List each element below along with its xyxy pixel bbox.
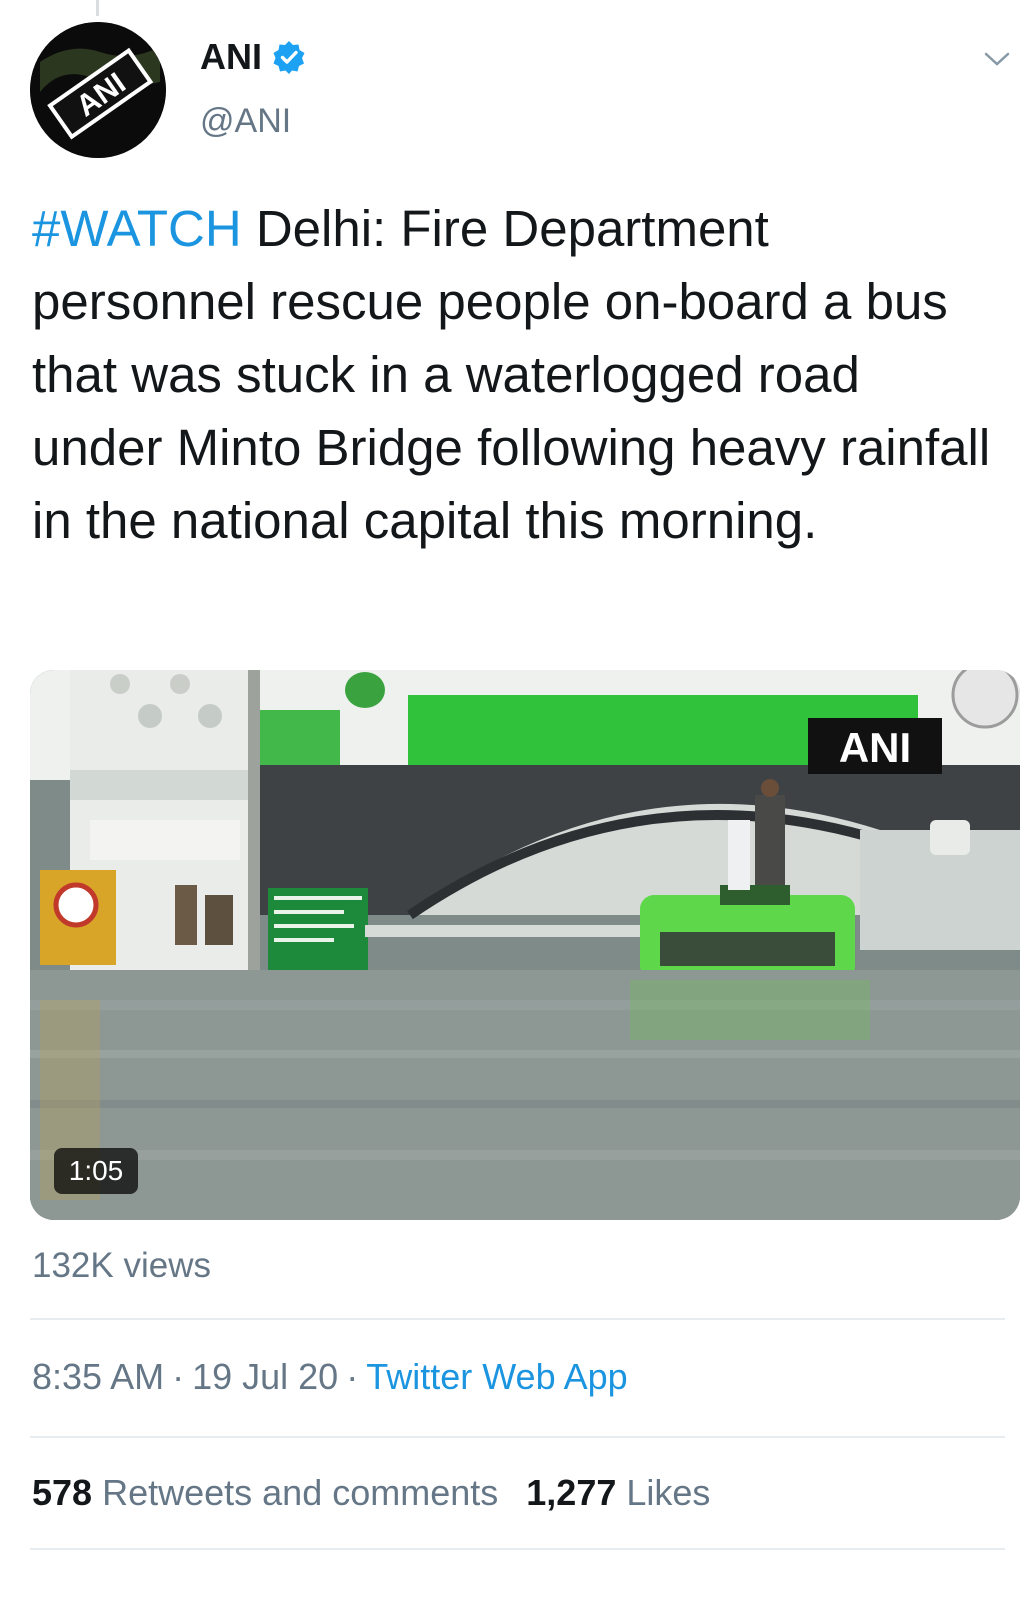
divider <box>30 1318 1005 1320</box>
author-name-row[interactable]: ANI <box>200 36 306 78</box>
likes-label: Likes <box>626 1472 711 1513</box>
ani-logo-icon: ANI <box>30 22 166 158</box>
thread-connector-line <box>96 0 99 16</box>
tweet-date[interactable]: 19 Jul 20 <box>192 1356 338 1397</box>
avatar[interactable]: ANI <box>30 22 166 158</box>
tweet-text: #WATCH Delhi: Fire Department personnel … <box>32 192 992 557</box>
divider <box>30 1436 1005 1438</box>
retweets-stat[interactable]: 578 Retweets and comments <box>32 1472 498 1513</box>
verified-badge-icon <box>272 40 306 74</box>
author-display-name[interactable]: ANI <box>200 36 262 78</box>
likes-stat[interactable]: 1,277 Likes <box>526 1472 710 1513</box>
video-duration-badge: 1:05 <box>54 1148 138 1194</box>
ani-watermark: ANI <box>839 724 911 771</box>
tweet-stats: 578 Retweets and comments 1,277 Likes <box>32 1472 710 1514</box>
likes-count: 1,277 <box>526 1472 617 1513</box>
meta-separator: · <box>172 1356 185 1397</box>
view-count: 132K views <box>32 1246 211 1285</box>
divider <box>30 1548 1005 1550</box>
retweets-count: 578 <box>32 1472 93 1513</box>
meta-separator: · <box>346 1356 359 1397</box>
hashtag-link[interactable]: #WATCH <box>32 200 242 257</box>
video-thumbnail: ANI <box>30 670 1020 1220</box>
video-player[interactable]: ANI <box>30 670 1020 1220</box>
tweet-time[interactable]: 8:35 AM <box>32 1356 164 1397</box>
tweet-meta: 8:35 AM · 19 Jul 20 · Twitter Web App <box>32 1356 628 1398</box>
retweets-label: Retweets and comments <box>102 1472 499 1513</box>
chevron-down-icon[interactable] <box>982 50 1012 70</box>
tweet-source-link[interactable]: Twitter Web App <box>366 1356 627 1397</box>
author-handle[interactable]: @ANI <box>200 102 291 141</box>
